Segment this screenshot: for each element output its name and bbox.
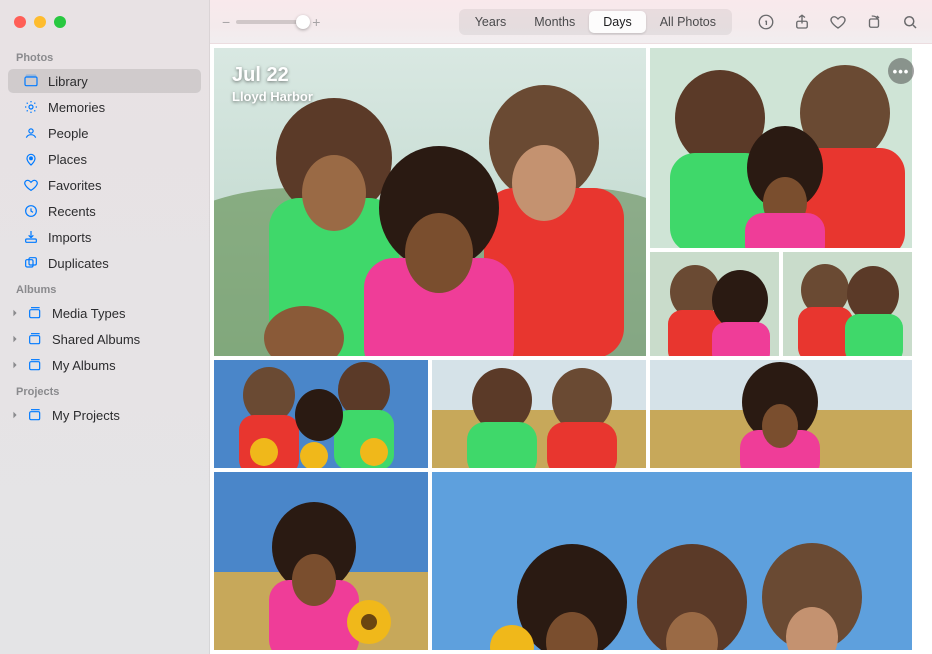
ellipsis-icon: ••• [893,64,910,79]
tab-months[interactable]: Months [520,11,589,33]
album-icon [26,304,44,322]
sidebar-item-label: Memories [48,100,105,115]
photo-tile[interactable] [650,252,779,356]
main-content: − + Years Months Days All Photos [210,0,932,654]
rotate-button[interactable] [864,12,884,32]
day-header: Jul 22 Lloyd Harbor [232,64,313,104]
sidebar-item-my-albums[interactable]: My Albums [8,353,201,377]
chevron-right-icon[interactable] [10,334,20,344]
duplicates-icon [22,254,40,272]
zoom-out-button[interactable]: − [222,14,230,30]
library-icon [22,72,40,90]
sidebar: Photos Library Memories People Places [0,0,210,654]
sidebar-item-media-types[interactable]: Media Types [8,301,201,325]
sidebar-item-people[interactable]: People [8,121,201,145]
search-button[interactable] [900,12,920,32]
sidebar-item-label: Media Types [52,306,125,321]
minimize-button[interactable] [34,16,46,28]
photo-tile[interactable] [432,472,912,650]
more-options-button[interactable]: ••• [888,58,914,84]
sidebar-item-label: Favorites [48,178,101,193]
tab-years[interactable]: Years [461,11,521,33]
sidebar-item-memories[interactable]: Memories [8,95,201,119]
section-header-albums: Albums [0,276,209,300]
tab-all-photos[interactable]: All Photos [646,11,730,33]
close-button[interactable] [14,16,26,28]
sidebar-item-label: Library [48,74,88,89]
recents-icon [22,202,40,220]
sidebar-item-label: My Projects [52,408,120,423]
photo-tile[interactable] [214,360,428,468]
album-icon [26,406,44,424]
sidebar-item-places[interactable]: Places [8,147,201,171]
sidebar-item-favorites[interactable]: Favorites [8,173,201,197]
imports-icon [22,228,40,246]
sidebar-item-label: My Albums [52,358,116,373]
day-date: Jul 22 [232,64,313,87]
sidebar-item-recents[interactable]: Recents [8,199,201,223]
section-header-photos: Photos [0,44,209,68]
photo-tile[interactable] [650,360,912,468]
tab-days[interactable]: Days [589,11,645,33]
favorites-icon [22,176,40,194]
sidebar-item-label: People [48,126,88,141]
section-header-projects: Projects [0,378,209,402]
sidebar-item-shared-albums[interactable]: Shared Albums [8,327,201,351]
photo-tile[interactable] [783,252,912,356]
photo-tile[interactable] [214,472,428,650]
places-icon [22,150,40,168]
zoom-control: − + [222,14,320,30]
window-controls [0,0,209,44]
favorite-button[interactable] [828,12,848,32]
sidebar-item-label: Shared Albums [52,332,140,347]
share-button[interactable] [792,12,812,32]
chevron-right-icon[interactable] [10,360,20,370]
fullscreen-button[interactable] [54,16,66,28]
sidebar-item-label: Imports [48,230,91,245]
people-icon [22,124,40,142]
memories-icon [22,98,40,116]
chevron-right-icon[interactable] [10,410,20,420]
sidebar-item-library[interactable]: Library [8,69,201,93]
photo-tile-hero[interactable]: Jul 22 Lloyd Harbor [214,48,646,356]
zoom-in-button[interactable]: + [312,14,320,30]
view-segmented-control: Years Months Days All Photos [459,9,732,35]
chevron-right-icon[interactable] [10,308,20,318]
sidebar-item-label: Places [48,152,87,167]
zoom-slider-knob[interactable] [296,15,310,29]
album-icon [26,330,44,348]
sidebar-item-imports[interactable]: Imports [8,225,201,249]
photo-tile[interactable] [432,360,646,468]
sidebar-item-duplicates[interactable]: Duplicates [8,251,201,275]
info-button[interactable] [756,12,776,32]
toolbar-actions [756,12,920,32]
day-location: Lloyd Harbor [232,89,313,104]
zoom-slider[interactable] [236,20,306,24]
sidebar-item-my-projects[interactable]: My Projects [8,403,201,427]
sidebar-item-label: Duplicates [48,256,109,271]
sidebar-item-label: Recents [48,204,96,219]
album-icon [26,356,44,374]
toolbar: − + Years Months Days All Photos [210,0,932,44]
photo-tile[interactable] [650,48,912,248]
photo-grid: Jul 22 Lloyd Harbor [210,44,932,654]
